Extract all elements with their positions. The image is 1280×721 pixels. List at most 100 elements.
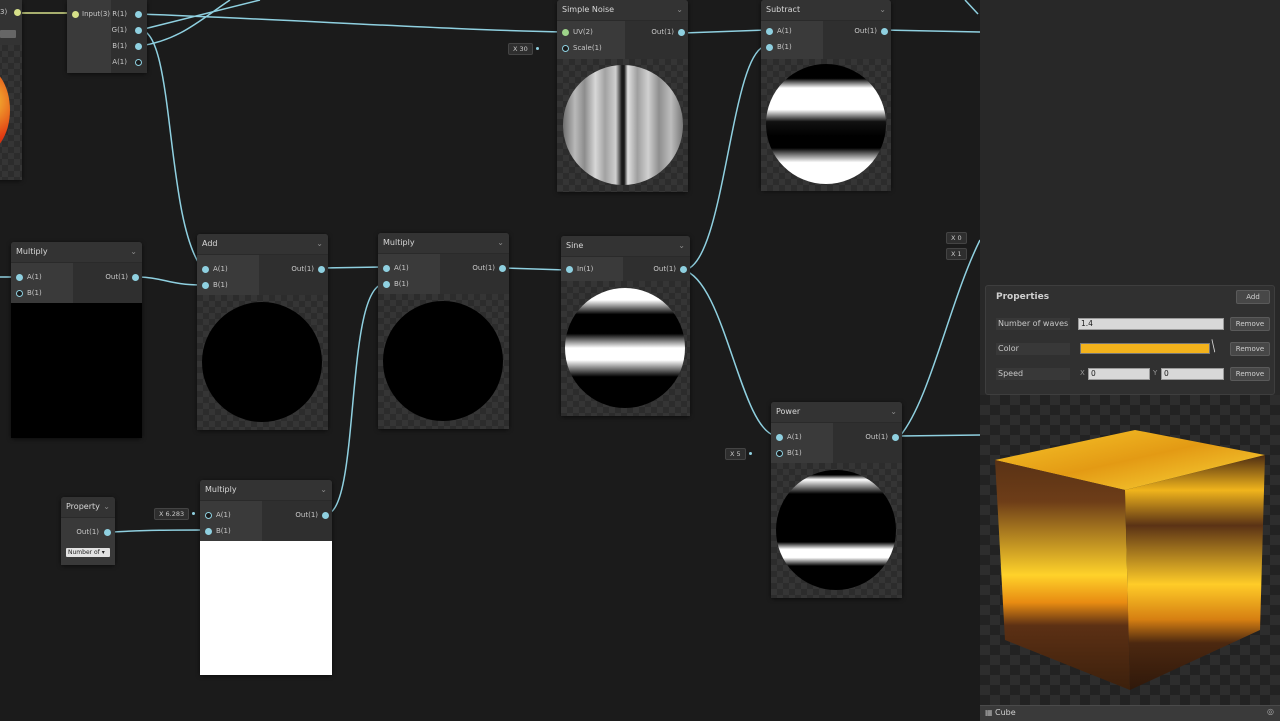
output-port[interactable]: Out(1)	[651, 26, 674, 38]
property-name-field[interactable]: Color	[996, 343, 1070, 355]
split-output-r[interactable]: R(1)	[112, 8, 127, 20]
multiply-a-input-field[interactable]: X 6.283	[154, 508, 196, 520]
scale-input-field[interactable]: X 30	[508, 43, 539, 55]
input-port-a[interactable]: A(1)	[202, 263, 228, 275]
chevron-down-icon[interactable]: ⌄	[320, 480, 327, 500]
remove-property-button[interactable]: Remove	[1230, 342, 1270, 356]
output-port[interactable]: Out(1)	[653, 263, 676, 275]
property-name-field[interactable]: Number of waves	[996, 318, 1070, 330]
node-title[interactable]: Subtract ⌄	[761, 0, 891, 21]
speed-x-field[interactable]: 0	[1088, 368, 1150, 380]
port-dot[interactable]	[135, 58, 142, 66]
input-port-a[interactable]: A(1)	[16, 271, 42, 283]
mesh-label[interactable]: Cube	[995, 708, 1016, 717]
input-port-a[interactable]: A(1)	[776, 431, 802, 443]
port-dot[interactable]	[881, 27, 888, 35]
field-stub[interactable]	[0, 30, 16, 38]
node-preview	[378, 294, 509, 429]
port-dot[interactable]	[135, 10, 142, 18]
node-title[interactable]: Sine ⌄	[561, 236, 690, 257]
add-property-button[interactable]: Add	[1236, 290, 1270, 304]
port-dot[interactable]	[135, 26, 142, 34]
node-title[interactable]: Power ⌄	[771, 402, 902, 423]
property-dropdown[interactable]: Number of ▾	[66, 548, 110, 557]
chevron-down-icon[interactable]: ⌄	[879, 0, 886, 20]
add-node[interactable]: Add ⌄ A(1) B(1) Out(1)	[197, 234, 328, 430]
output-port[interactable]: Out(1)	[76, 526, 99, 538]
speed-y-field[interactable]: 0	[1161, 368, 1224, 380]
port-dot[interactable]	[132, 273, 139, 281]
output-port[interactable]: Out(1)	[865, 431, 888, 443]
input-port-uv[interactable]: UV(2)	[562, 26, 593, 38]
split-output-b[interactable]: B(1)	[112, 40, 127, 52]
input-port-b[interactable]: B(1)	[16, 287, 42, 299]
multiply-node-bottom[interactable]: Multiply ⌄ A(1) B(1) Out(1)	[200, 480, 332, 675]
right-input-field-2[interactable]: X 1	[946, 248, 967, 260]
subtract-node[interactable]: Subtract ⌄ A(1) B(1) Out(1)	[761, 0, 891, 191]
chevron-down-icon[interactable]: ⌄	[890, 402, 897, 422]
input-port-b[interactable]: B(1)	[776, 447, 802, 459]
input-port-b[interactable]: B(1)	[766, 41, 792, 53]
color-swatch[interactable]	[1080, 343, 1210, 354]
input-port-a[interactable]: A(1)	[766, 25, 792, 37]
x-label: X	[1080, 369, 1085, 377]
input-port-scale[interactable]: Scale(1)	[562, 42, 602, 54]
node-title[interactable]: Property ⌄	[61, 497, 115, 518]
port-dot[interactable]	[678, 28, 685, 36]
port-dot[interactable]	[892, 433, 899, 441]
output-port[interactable]: Out(1)	[291, 263, 314, 275]
node-title[interactable]: Multiply ⌄	[11, 242, 142, 263]
split-node[interactable]: Input(3) R(1) G(1) B(1) A(1)	[67, 0, 147, 73]
chevron-down-icon[interactable]: ⌄	[316, 234, 323, 254]
node-title[interactable]: Simple Noise ⌄	[557, 0, 688, 21]
node-title[interactable]: Multiply ⌄	[200, 480, 332, 501]
port-dot[interactable]	[135, 42, 142, 50]
split-output-g[interactable]: G(1)	[112, 24, 127, 36]
port-dot[interactable]	[318, 265, 325, 273]
input-port-b[interactable]: B(1)	[383, 278, 409, 290]
port-dot[interactable]	[14, 8, 21, 16]
preview-sphere	[202, 302, 322, 422]
shader-graph-canvas[interactable]: 3) Input(3) R(1) G(1) B(1) A(1) X 30 Sim…	[0, 0, 980, 720]
master-preview[interactable]	[980, 395, 1280, 705]
chevron-down-icon[interactable]: ⌄	[497, 233, 504, 253]
property-node[interactable]: Property ⌄ Out(1) Number of ▾	[61, 497, 115, 565]
chevron-down-icon[interactable]: ⌄	[130, 242, 137, 262]
output-port[interactable]: Out(1)	[295, 509, 318, 521]
split-output-a[interactable]: A(1)	[112, 56, 127, 68]
port-dot[interactable]	[322, 511, 329, 519]
chevron-down-icon[interactable]: ⌄	[678, 236, 685, 256]
partial-node-left[interactable]: 3)	[0, 0, 22, 180]
input-port-a[interactable]: A(1)	[383, 262, 409, 274]
chevron-down-icon[interactable]: ⌄	[676, 0, 683, 20]
preview-bottom-bar: ▦ Cube ◎	[980, 705, 1280, 721]
node-title[interactable]: Add ⌄	[197, 234, 328, 255]
input-port-in[interactable]: In(1)	[566, 263, 593, 275]
property-name-field[interactable]: Speed	[996, 368, 1070, 380]
multiply-node-left[interactable]: Multiply ⌄ A(1) B(1) Out(1)	[11, 242, 142, 438]
remove-property-button[interactable]: Remove	[1230, 367, 1270, 381]
power-node[interactable]: Power ⌄ A(1) B(1) Out(1)	[771, 402, 902, 598]
output-port[interactable]: Out(1)	[472, 262, 495, 274]
output-port[interactable]: Out(1)	[105, 271, 128, 283]
number-of-waves-value[interactable]: 1.4	[1078, 318, 1224, 330]
input-port-b[interactable]: B(1)	[205, 525, 231, 537]
remove-property-button[interactable]: Remove	[1230, 317, 1270, 331]
output-port[interactable]: Out(1)	[854, 25, 877, 37]
cube-preview	[995, 430, 1265, 690]
input-port-a[interactable]: A(1)	[205, 509, 231, 521]
power-b-input-field[interactable]: X 5	[725, 448, 752, 460]
target-icon[interactable]: ◎	[1267, 707, 1274, 716]
multiply-node-mid[interactable]: Multiply ⌄ A(1) B(1) Out(1)	[378, 233, 509, 429]
chevron-down-icon[interactable]: ⌄	[103, 497, 110, 517]
port-dot[interactable]	[680, 265, 687, 273]
split-input-port[interactable]: Input(3)	[72, 8, 110, 20]
port-dot[interactable]	[104, 528, 111, 536]
node-title[interactable]: Multiply ⌄	[378, 233, 509, 254]
sine-node[interactable]: Sine ⌄ In(1) Out(1)	[561, 236, 690, 416]
input-port-b[interactable]: B(1)	[202, 279, 228, 291]
preview-sphere	[0, 65, 10, 155]
port-dot[interactable]	[499, 264, 506, 272]
right-input-field-1[interactable]: X 0	[946, 232, 967, 244]
simple-noise-node[interactable]: Simple Noise ⌄ UV(2) Scale(1) Out(1)	[557, 0, 688, 192]
